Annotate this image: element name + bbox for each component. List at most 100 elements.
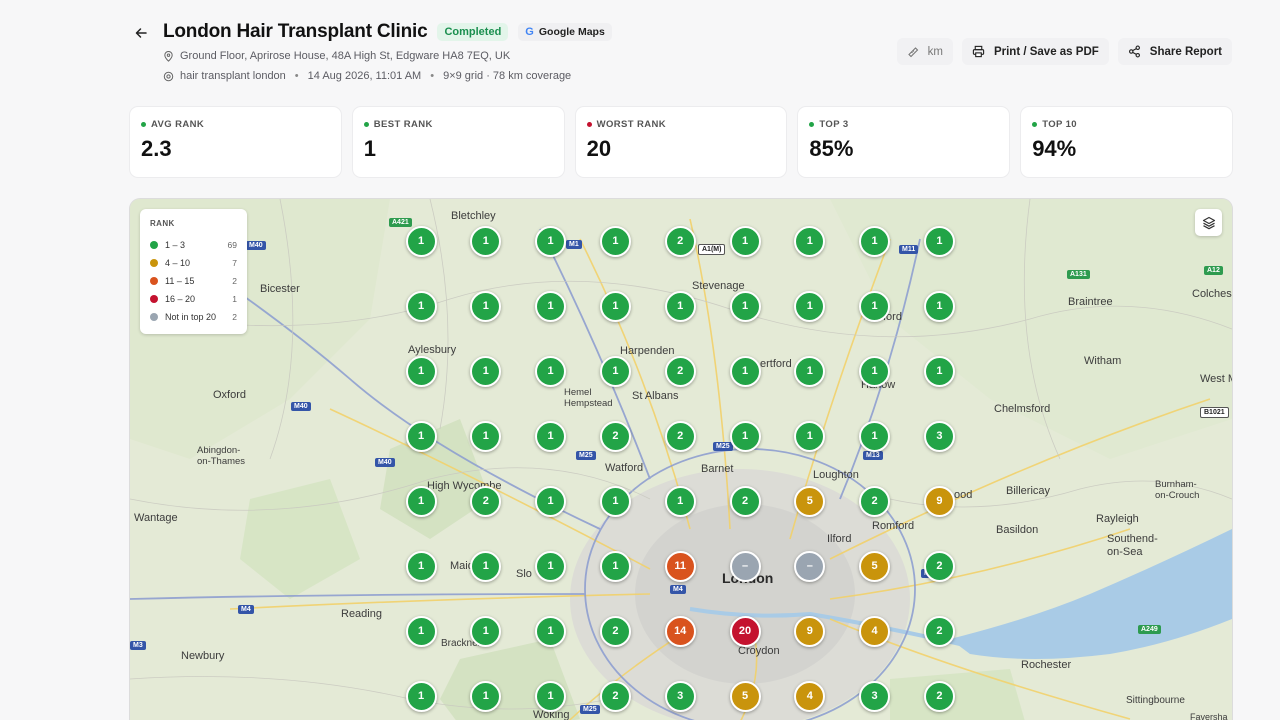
rank-pin[interactable]: 4: [794, 680, 826, 712]
rank-pin[interactable]: 1: [535, 485, 567, 517]
share-label: Share Report: [1149, 45, 1222, 58]
place-label: Colches: [1192, 288, 1232, 300]
rank-pin[interactable]: 3: [859, 680, 891, 712]
place-label: ertford: [760, 358, 792, 370]
rank-pin[interactable]: 2: [923, 550, 955, 582]
rank-pin[interactable]: 1: [794, 355, 826, 387]
stat-value: 2.3: [141, 136, 172, 161]
rank-pin[interactable]: 1: [664, 485, 696, 517]
legend-label: Not in top 20: [165, 312, 217, 322]
rank-pin[interactable]: 2: [664, 420, 696, 452]
unit-toggle-button[interactable]: km: [896, 38, 953, 65]
stat-card-best-rank: BEST RANK 1: [352, 107, 564, 177]
rank-pin[interactable]: 2: [599, 680, 631, 712]
rank-pin[interactable]: 1: [405, 420, 437, 452]
rank-pin[interactable]: 5: [729, 680, 761, 712]
rank-pin[interactable]: 11: [664, 550, 696, 582]
grid-info: 9×9 grid · 78 km coverage: [443, 70, 572, 82]
rank-pin[interactable]: 1: [470, 355, 502, 387]
rank-pin[interactable]: 2: [923, 680, 955, 712]
legend-item: 16 – 20 1: [150, 290, 237, 308]
rank-pin[interactable]: 2: [923, 615, 955, 647]
rank-pin[interactable]: 9: [794, 615, 826, 647]
rank-pin[interactable]: 1: [470, 680, 502, 712]
rank-pin[interactable]: 1: [470, 420, 502, 452]
stat-label: TOP 10: [1042, 119, 1077, 130]
rank-pin[interactable]: 1: [859, 290, 891, 322]
rank-pin[interactable]: 1: [794, 225, 826, 257]
rank-pin[interactable]: 4: [859, 615, 891, 647]
rank-pin[interactable]: 1: [535, 420, 567, 452]
rank-pin[interactable]: 3: [664, 680, 696, 712]
rank-pin[interactable]: 1: [599, 485, 631, 517]
rank-pin[interactable]: 1: [405, 290, 437, 322]
rank-pin[interactable]: 1: [729, 290, 761, 322]
location-pin-icon: [164, 50, 173, 62]
rank-pin[interactable]: 2: [859, 485, 891, 517]
back-button[interactable]: [130, 22, 152, 44]
share-report-button[interactable]: Share Report: [1117, 38, 1232, 65]
legend-item: 11 – 15 2: [150, 272, 237, 290]
stat-value: 94%: [1032, 136, 1077, 161]
road-badge: M40: [246, 241, 266, 250]
rank-pin[interactable]: 1: [535, 615, 567, 647]
rank-pin[interactable]: 1: [859, 355, 891, 387]
rank-pin[interactable]: 5: [859, 550, 891, 582]
rank-pin[interactable]: 2: [599, 420, 631, 452]
place-label: Loughton: [813, 469, 859, 481]
rank-pin[interactable]: 1: [794, 420, 826, 452]
rank-pin[interactable]: 1: [729, 225, 761, 257]
rank-pin[interactable]: 14: [664, 615, 696, 647]
rank-pin[interactable]: 1: [405, 680, 437, 712]
rank-pin[interactable]: 1: [729, 420, 761, 452]
place-label: Reading: [341, 608, 382, 620]
rank-pin[interactable]: 1: [923, 355, 955, 387]
print-pdf-button[interactable]: Print / Save as PDF: [961, 38, 1109, 65]
rank-pin[interactable]: 3: [923, 420, 955, 452]
rank-pin[interactable]: 1: [470, 290, 502, 322]
rank-pin[interactable]: 1: [405, 225, 437, 257]
stat-value: 1: [363, 136, 377, 161]
page-title: London Hair Transplant Clinic: [163, 21, 428, 42]
rank-pin[interactable]: 1: [599, 290, 631, 322]
rank-pin[interactable]: 1: [405, 550, 437, 582]
rank-pin[interactable]: 1: [599, 225, 631, 257]
rank-pin[interactable]: 1: [923, 290, 955, 322]
rank-pin[interactable]: 9: [923, 485, 955, 517]
rank-pin[interactable]: 1: [470, 225, 502, 257]
rank-pin[interactable]: 2: [664, 225, 696, 257]
rank-pin[interactable]: 1: [923, 225, 955, 257]
rank-map[interactable]: Bletchley Bicester Stevenage Braintree C…: [130, 199, 1232, 720]
rank-pin[interactable]: 1: [535, 290, 567, 322]
rank-pin[interactable]: 1: [599, 355, 631, 387]
stat-label: WORST RANK: [596, 119, 667, 130]
rank-pin[interactable]: 1: [859, 225, 891, 257]
rank-pin[interactable]: 1: [729, 355, 761, 387]
rank-pin[interactable]: 1: [859, 420, 891, 452]
rank-pin[interactable]: 1: [599, 550, 631, 582]
rank-pin[interactable]: 1: [470, 615, 502, 647]
map-layers-button[interactable]: [1195, 209, 1222, 236]
rank-pin[interactable]: 1: [535, 680, 567, 712]
rank-pin[interactable]: 1: [794, 290, 826, 322]
rank-pin[interactable]: 2: [729, 485, 761, 517]
rank-pin[interactable]: 1: [535, 225, 567, 257]
rank-pin[interactable]: 1: [405, 485, 437, 517]
rank-pin[interactable]: 1: [405, 355, 437, 387]
rank-pin[interactable]: 2: [664, 355, 696, 387]
road-badge: A1(M): [698, 244, 726, 255]
rank-pin[interactable]: 1: [535, 355, 567, 387]
rank-pin[interactable]: 1: [405, 615, 437, 647]
rank-pin[interactable]: –: [729, 550, 761, 582]
rank-pin[interactable]: 1: [664, 290, 696, 322]
rank-pin[interactable]: 1: [535, 550, 567, 582]
rank-pin[interactable]: 2: [599, 615, 631, 647]
rank-pin[interactable]: –: [794, 550, 826, 582]
rank-pin[interactable]: 2: [470, 485, 502, 517]
scan-meta-row: hair transplant london • 14 Aug 2026, 11…: [163, 70, 571, 82]
place-label: Burnham- on-Crouch: [1155, 479, 1200, 501]
rank-pin[interactable]: 5: [794, 485, 826, 517]
rank-pin[interactable]: 1: [470, 550, 502, 582]
rank-pin[interactable]: 20: [729, 615, 761, 647]
place-label: Witham: [1084, 355, 1122, 367]
